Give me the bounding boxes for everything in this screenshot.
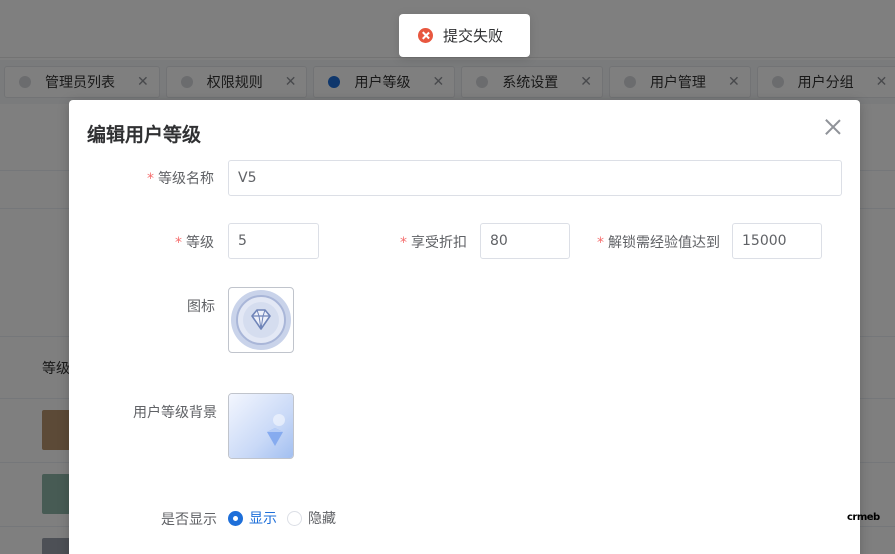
discount-label: * 享受折扣 <box>400 235 467 251</box>
level-background-image <box>229 394 293 458</box>
discount-input[interactable] <box>480 223 570 259</box>
unlock-exp-input[interactable] <box>732 223 822 259</box>
radio-label: 显示 <box>249 511 277 527</box>
toast-message: 提交失败 <box>443 27 504 45</box>
background-upload[interactable] <box>228 393 294 459</box>
error-toast: 提交失败 <box>399 14 530 57</box>
required-mark: * <box>400 235 407 251</box>
radio-show[interactable]: 显示 <box>228 508 277 528</box>
level-name-input[interactable] <box>228 160 842 196</box>
icon-label: 图标 <box>187 299 215 315</box>
level-background-label: 用户等级背景 <box>133 405 217 421</box>
edit-user-level-dialog: 编辑用户等级 *等级名称 *等级 *享受折扣 *解锁需经验值达到 图标 用户等级… <box>69 100 860 554</box>
required-mark: * <box>597 235 604 251</box>
watermark-text: crmeb <box>847 512 880 523</box>
radio-circle <box>228 510 243 526</box>
radio-hide[interactable]: 隐藏 <box>287 508 336 528</box>
error-circle-icon <box>418 28 433 43</box>
required-mark: * <box>147 171 154 187</box>
close-icon[interactable] <box>824 118 842 136</box>
unlock-exp-label: * 解锁需经验值达到 <box>597 235 720 251</box>
required-mark: * <box>175 235 182 251</box>
level-input[interactable] <box>228 223 319 259</box>
icon-upload[interactable] <box>228 287 294 353</box>
visible-radio-group: 显示 隐藏 <box>228 508 346 528</box>
radio-circle <box>287 510 302 526</box>
visible-label: 是否显示 <box>161 512 217 528</box>
dialog-title: 编辑用户等级 <box>87 124 202 146</box>
diamond-badge-icon <box>231 290 291 350</box>
level-label: * 等级 <box>175 235 214 251</box>
radio-label: 隐藏 <box>308 511 336 527</box>
level-name-label: * 等级名称 <box>147 171 214 187</box>
